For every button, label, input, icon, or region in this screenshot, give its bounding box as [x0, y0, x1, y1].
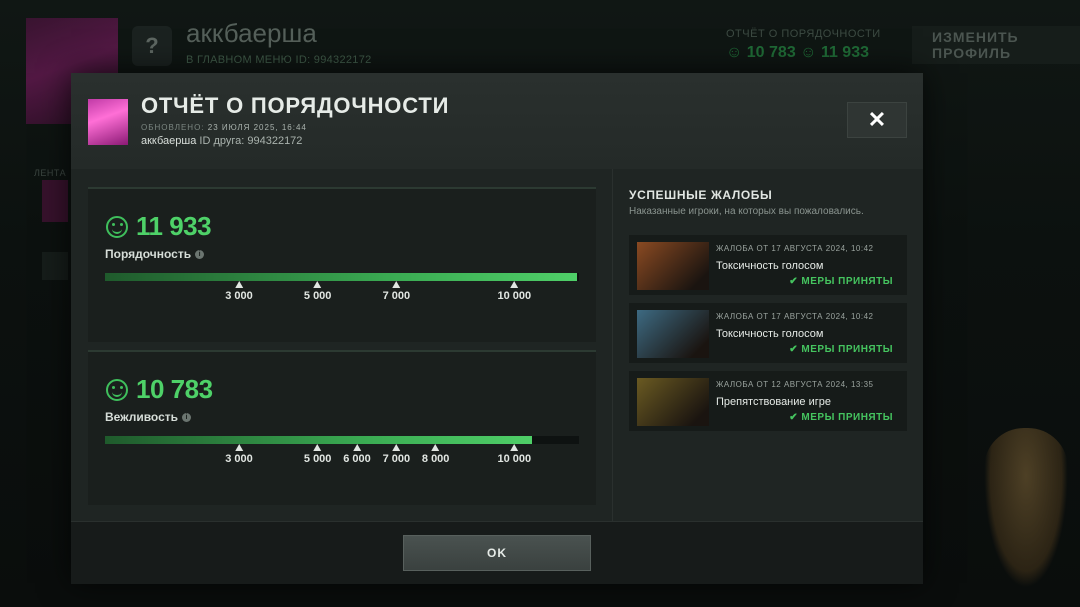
communication-label: Вежливость i [105, 410, 192, 424]
divider [612, 169, 613, 521]
close-icon: ✕ [867, 107, 887, 132]
hero-portrait [637, 378, 709, 426]
report-date: ЖАЛОБА ОТ 17 АВГУСТА 2024, 10:42 [716, 244, 874, 253]
scale-tick: 6 000 [343, 444, 371, 466]
communication-score: 10 783 [136, 374, 213, 404]
user-avatar [88, 99, 128, 145]
report-reason: Токсичность голосом [716, 328, 824, 340]
report-item[interactable]: ЖАЛОБА ОТ 12 АВГУСТА 2024, 13:35 Препятс… [629, 371, 907, 431]
behavior-progress-bar [105, 273, 579, 281]
report-item[interactable]: ЖАЛОБА ОТ 17 АВГУСТА 2024, 10:42 Токсичн… [629, 235, 907, 295]
checkmark-icon: ✔ [789, 412, 802, 423]
report-date: ЖАЛОБА ОТ 17 АВГУСТА 2024, 10:42 [716, 312, 874, 321]
profile-name: аккбаерша [186, 18, 317, 48]
profile-status: В ГЛАВНОМ МЕНЮ ID: 994322172 [186, 54, 372, 66]
hero-portrait [637, 242, 709, 290]
close-button[interactable]: ✕ [847, 102, 907, 138]
communication-score-panel: 10 783 Вежливость i 3 000 5 000 6 000 7 000 8… [88, 350, 596, 505]
score-row: 10 783 [106, 374, 213, 405]
behavior-label: Порядочность i [105, 247, 205, 261]
dialog-title: ОТЧЁТ О ПОРЯДОЧНОСТИ [141, 93, 450, 118]
behavior-score: 11 933 [136, 211, 212, 241]
scale-tick: 7 000 [383, 281, 411, 303]
communication-progress-fill [105, 436, 532, 444]
feed-label: ЛЕНТА [34, 168, 67, 178]
behavior-progress-fill [105, 273, 577, 281]
report-reason: Токсичность голосом [716, 260, 824, 272]
info-icon[interactable]: i [182, 413, 192, 423]
updated-timestamp: ОБНОВЛЕНО: 23 ИЮЛЯ 2025, 16:44 [141, 123, 307, 132]
conduct-report-dialog: ОТЧЁТ О ПОРЯДОЧНОСТИ ОБНОВЛЕНО: 23 ИЮЛЯ … [71, 73, 923, 584]
behavior-score-panel: 11 933 Порядочность i 3 000 5 000 7 000 10 0… [88, 187, 596, 342]
checkmark-icon: ✔ [789, 276, 802, 287]
feed-thumbnail [42, 180, 68, 222]
hero-figure [984, 428, 1068, 588]
report-status: ✔ МЕРЫ ПРИНЯТЫ [789, 412, 893, 423]
scale-tick: 8 000 [422, 444, 450, 466]
smiley-icon [106, 378, 128, 401]
reports-title: УСПЕШНЫЕ ЖАЛОБЫ [629, 188, 773, 202]
ok-button[interactable]: OK [403, 535, 591, 571]
edit-profile-button: ИЗМЕНИТЬ ПРОФИЛЬ [912, 26, 1080, 64]
report-item[interactable]: ЖАЛОБА ОТ 17 АВГУСТА 2024, 10:42 Токсичн… [629, 303, 907, 363]
bg-reputation-values: ☺ 10 783 ☺ 11 933 [726, 44, 869, 61]
scale-tick: 3 000 [225, 444, 253, 466]
scale-tick: 7 000 [383, 444, 411, 466]
dialog-header: ОТЧЁТ О ПОРЯДОЧНОСТИ ОБНОВЛЕНО: 23 ИЮЛЯ … [71, 73, 923, 169]
reports-subtitle: Наказанные игроки, на которых вы пожалов… [629, 206, 864, 217]
scale-tick: 5 000 [304, 444, 332, 466]
info-icon[interactable]: i [195, 250, 205, 260]
hero-portrait [637, 310, 709, 358]
bg-reputation-label: ОТЧЁТ О ПОРЯДОЧНОСТИ [726, 28, 881, 40]
report-status: ✔ МЕРЫ ПРИНЯТЫ [789, 276, 893, 287]
scale-tick: 5 000 [304, 281, 332, 303]
report-reason: Препятствование игре [716, 396, 831, 408]
smiley-icon [106, 215, 128, 238]
rank-medal-icon: ? [132, 26, 172, 66]
score-row: 11 933 [106, 211, 212, 242]
dialog-footer: OK [71, 521, 923, 584]
scale-tick: 10 000 [498, 281, 532, 303]
scale-tick: 3 000 [225, 281, 253, 303]
feed-thumbnail [42, 252, 68, 280]
checkmark-icon: ✔ [789, 344, 802, 355]
communication-progress-bar [105, 436, 579, 444]
scale-tick: 10 000 [498, 444, 532, 466]
report-status: ✔ МЕРЫ ПРИНЯТЫ [789, 344, 893, 355]
user-identity: аккбаерша ID друга: 994322172 [141, 135, 303, 147]
report-date: ЖАЛОБА ОТ 12 АВГУСТА 2024, 13:35 [716, 380, 874, 389]
